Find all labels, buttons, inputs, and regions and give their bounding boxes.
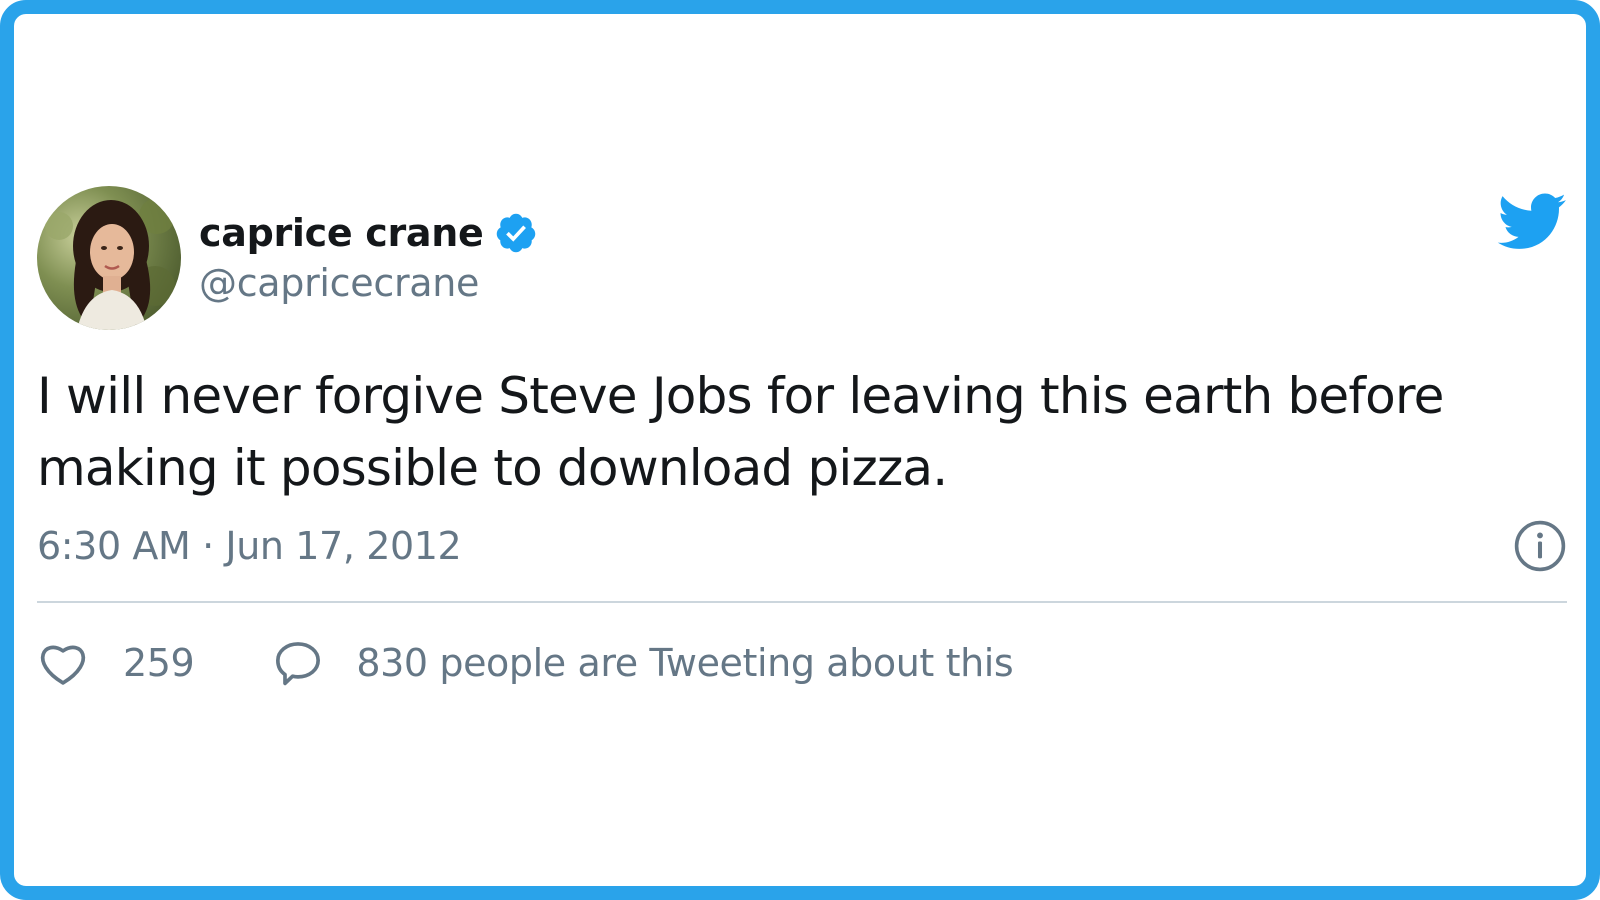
like-count: 259: [123, 641, 195, 685]
avatar[interactable]: [37, 185, 181, 330]
heart-icon: [40, 645, 86, 685]
tweet-header: caprice crane @capricecrane: [37, 185, 1567, 330]
display-name-row: caprice crane: [199, 211, 538, 255]
author-display-name[interactable]: caprice crane: [199, 211, 484, 255]
info-icon[interactable]: [1513, 519, 1567, 573]
tweet-actions: 259 830 people are Tweeting about this: [37, 603, 1567, 723]
verified-badge-icon: [496, 213, 535, 252]
speech-bubble-icon: [276, 642, 321, 686]
tweet-card: caprice crane @capricecrane I will never…: [37, 185, 1567, 723]
author-names: caprice crane @capricecrane: [199, 211, 538, 305]
tweet-timestamp[interactable]: 6:30 AM · Jun 17, 2012: [37, 524, 462, 568]
twitter-bird-icon[interactable]: [1495, 193, 1567, 253]
like-button[interactable]: 259: [37, 637, 195, 689]
tweet-meta-row: 6:30 AM · Jun 17, 2012: [37, 516, 1567, 576]
author-handle[interactable]: @capricecrane: [199, 261, 538, 305]
tweet-text: I will never forgive Steve Jobs for leav…: [37, 367, 1444, 497]
tweeting-about-link[interactable]: 830 people are Tweeting about this: [272, 637, 1014, 689]
avatar-image: [37, 185, 181, 330]
tweeting-about-count: 830 people are Tweeting about this: [356, 641, 1014, 685]
